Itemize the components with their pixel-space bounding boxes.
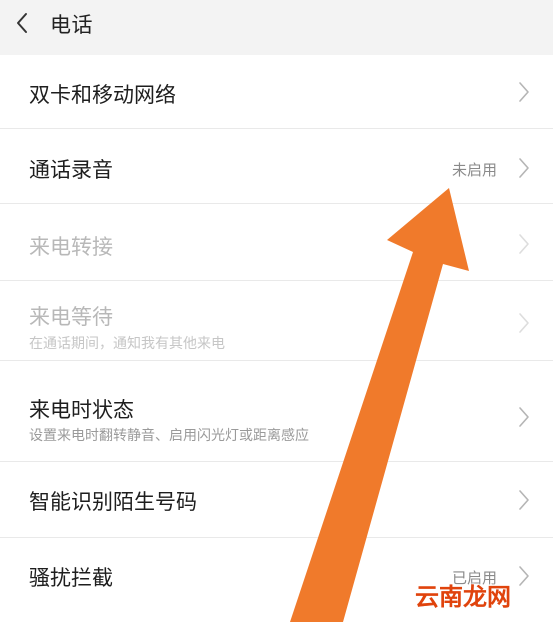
chevron-right-icon (519, 407, 529, 427)
settings-item-label: 来电等待 (29, 305, 113, 329)
settings-item-incoming-call-status[interactable]: 来电时状态 设置来电时翻转静音、启用闪光灯或距离感应 (0, 361, 553, 462)
chevron-right-icon (519, 158, 529, 178)
settings-item-description: 设置来电时翻转静音、启用闪光灯或距离感应 (29, 428, 309, 444)
phone-settings-screen: 电话 双卡和移动网络 通话录音 未启用 来电转接 来电等待 在通话期间，通知我有… (0, 0, 553, 622)
back-button[interactable] (10, 8, 34, 38)
settings-item-label: 智能识别陌生号码 (29, 490, 197, 514)
chevron-right-icon (519, 313, 529, 333)
chevron-right-icon (519, 234, 529, 254)
top-bar: 电话 (0, 0, 553, 50)
chevron-right-icon (519, 82, 529, 102)
watermark-logo: 云南龙网 (415, 583, 511, 611)
settings-item-label: 来电转接 (29, 235, 113, 259)
settings-item-call-forwarding[interactable]: 来电转接 (0, 204, 553, 281)
settings-item-description: 在通话期间，通知我有其他来电 (29, 336, 225, 352)
chevron-right-icon (519, 566, 529, 586)
settings-item-label: 来电时状态 (29, 398, 134, 422)
settings-list: 双卡和移动网络 通话录音 未启用 来电转接 来电等待 在通话期间，通知我有其他来… (0, 55, 553, 622)
settings-item-dual-sim[interactable]: 双卡和移动网络 (0, 55, 553, 129)
settings-item-call-recording[interactable]: 通话录音 未启用 (0, 129, 553, 204)
chevron-right-icon (519, 490, 529, 510)
page-title: 电话 (50, 13, 93, 37)
status-value: 未启用 (451, 161, 497, 179)
settings-item-label: 通话录音 (29, 158, 113, 182)
settings-item-smart-caller-id[interactable]: 智能识别陌生号码 (0, 462, 553, 538)
settings-item-label: 双卡和移动网络 (29, 83, 176, 107)
settings-item-call-waiting[interactable]: 来电等待 在通话期间，通知我有其他来电 (0, 281, 553, 361)
settings-item-label: 骚扰拦截 (29, 566, 113, 590)
chevron-left-icon (17, 13, 27, 33)
